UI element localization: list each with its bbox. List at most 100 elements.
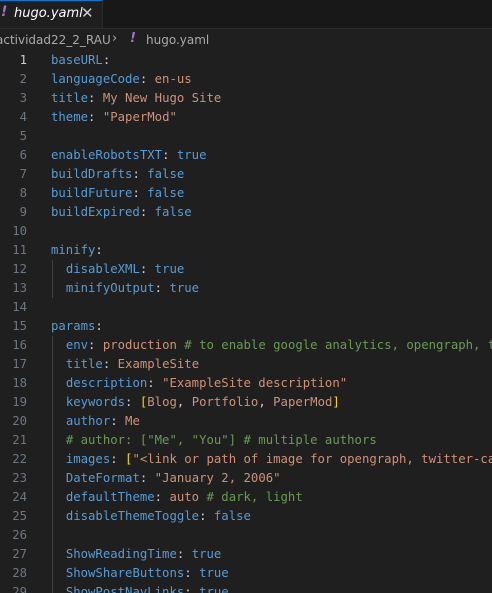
line-number: 6 bbox=[19, 148, 27, 162]
line-number: 22 bbox=[12, 452, 27, 466]
line-content: # author: ["Me", "You"] # multiple autho… bbox=[51, 431, 377, 450]
code-line[interactable]: 19 keywords: [Blog, Portfolio, PaperMod] bbox=[0, 393, 492, 412]
line-content: params: bbox=[51, 317, 103, 336]
token: DateFormat bbox=[65, 471, 140, 485]
code-line[interactable]: 22 images: ["<link or path of image for … bbox=[0, 450, 492, 469]
line-number: 28 bbox=[12, 566, 27, 580]
code-line[interactable]: 11 minify: bbox=[0, 241, 492, 260]
code-line[interactable]: 5 bbox=[0, 127, 492, 146]
tab-bar: ! hugo.yaml ✕ bbox=[0, 0, 492, 29]
token: : bbox=[147, 376, 163, 390]
token: : bbox=[110, 452, 126, 466]
line-number: 13 bbox=[12, 281, 27, 295]
code-line[interactable]: 2 languageCode: en-us bbox=[0, 70, 492, 89]
token: : bbox=[88, 91, 103, 105]
line-content: description: "ExampleSite description" bbox=[51, 374, 347, 393]
token: "January 2, 2006" bbox=[154, 471, 281, 485]
token: theme bbox=[51, 110, 89, 124]
code-line[interactable]: 9 buildExpired: false bbox=[0, 203, 492, 222]
code-line[interactable]: 24 defaultTheme: auto # dark, light bbox=[0, 488, 492, 507]
line-number: 16 bbox=[12, 338, 27, 352]
line-number: 23 bbox=[12, 471, 27, 485]
token: : bbox=[110, 414, 126, 428]
token: ExampleSite bbox=[117, 357, 200, 371]
token: : bbox=[139, 471, 155, 485]
token: ShowPostNavLinks bbox=[65, 585, 185, 593]
line-number: 21 bbox=[12, 433, 27, 447]
line-content: ShowPostNavLinks: true bbox=[51, 583, 229, 593]
code-line[interactable]: 23 DateFormat: "January 2, 2006" bbox=[0, 469, 492, 488]
line-number: 7 bbox=[19, 167, 27, 181]
token: : bbox=[199, 509, 214, 523]
token: : bbox=[176, 547, 192, 561]
code-line[interactable]: 21 # author: ["Me", "You"] # multiple au… bbox=[0, 431, 492, 450]
token: "<link or path of image for opengraph, t… bbox=[132, 452, 492, 466]
breadcrumb-file[interactable]: hugo.yaml bbox=[146, 33, 209, 47]
code-line[interactable]: 29 ShowPostNavLinks: true bbox=[0, 583, 492, 593]
code-line[interactable]: 8 buildFuture: false bbox=[0, 184, 492, 203]
token: : bbox=[95, 319, 103, 333]
line-content: images: ["<link or path of image for ope… bbox=[51, 450, 492, 469]
code-line[interactable]: 6 enableRobotsTXT: true bbox=[0, 146, 492, 165]
line-number: 8 bbox=[19, 186, 27, 200]
code-line[interactable]: 12 disableXML: true bbox=[0, 260, 492, 279]
token: : bbox=[125, 395, 140, 409]
tab-hugo-yaml[interactable]: ! hugo.yaml ✕ bbox=[0, 0, 103, 28]
token: true bbox=[199, 566, 229, 580]
breadcrumb-folder[interactable]: actividad22_2_RAU bbox=[0, 33, 111, 47]
code-line[interactable]: 28 ShowShareButtons: true bbox=[0, 564, 492, 583]
token: , bbox=[176, 395, 192, 409]
line-number: 11 bbox=[12, 243, 27, 257]
token: PaperMod bbox=[273, 395, 333, 409]
code-line[interactable]: 1 baseURL: bbox=[0, 51, 492, 70]
code-line[interactable]: 16 env: production # to enable google an… bbox=[0, 336, 492, 355]
code-line[interactable]: 4 theme: "PaperMod" bbox=[0, 108, 492, 127]
line-number: 14 bbox=[12, 300, 27, 314]
code-line[interactable]: 7 buildDrafts: false bbox=[0, 165, 492, 184]
token: buildFuture bbox=[51, 186, 133, 200]
code-line[interactable]: 13 minifyOutput: true bbox=[0, 279, 492, 298]
code-line[interactable]: 26 bbox=[0, 526, 492, 545]
token: false bbox=[154, 205, 192, 219]
token: defaultTheme bbox=[65, 490, 155, 504]
token: true bbox=[176, 148, 207, 162]
code-editor[interactable]: 1 baseURL: 2 languageCode: en-us 3 title: My … bbox=[0, 51, 492, 593]
token: # dark, light bbox=[199, 490, 303, 504]
token: : bbox=[88, 338, 103, 352]
line-number: 2 bbox=[19, 72, 27, 86]
code-line[interactable]: 20 author: Me bbox=[0, 412, 492, 431]
token: title bbox=[51, 91, 89, 105]
line-content: buildExpired: false bbox=[51, 203, 192, 222]
token: : bbox=[154, 281, 170, 295]
line-number: 10 bbox=[12, 224, 27, 238]
code-line[interactable]: 17 title: ExampleSite bbox=[0, 355, 492, 374]
token: : bbox=[139, 262, 155, 276]
token: : bbox=[102, 53, 111, 67]
close-icon[interactable]: ✕ bbox=[81, 4, 94, 22]
code-line[interactable]: 15 params: bbox=[0, 317, 492, 336]
yaml-icon: ! bbox=[1, 4, 8, 20]
code-line[interactable]: 18 description: "ExampleSite description… bbox=[0, 374, 492, 393]
code-line[interactable]: 25 disableThemeToggle: false bbox=[0, 507, 492, 526]
code-line[interactable]: 27 ShowReadingTime: true bbox=[0, 545, 492, 564]
token: Blog bbox=[147, 395, 177, 409]
code-line[interactable]: 10 bbox=[0, 222, 492, 241]
token: disableXML bbox=[65, 262, 140, 276]
token: images bbox=[65, 452, 111, 466]
line-content: title: My New Hugo Site bbox=[51, 89, 221, 108]
token: : bbox=[88, 110, 103, 124]
token: false bbox=[147, 186, 185, 200]
token: : bbox=[184, 585, 200, 593]
line-number: 12 bbox=[12, 262, 27, 276]
chevron-right-icon: › bbox=[112, 31, 118, 46]
code-line[interactable]: 14 bbox=[0, 298, 492, 317]
line-content: author: Me bbox=[51, 412, 140, 431]
code-line[interactable]: 3 title: My New Hugo Site bbox=[0, 89, 492, 108]
